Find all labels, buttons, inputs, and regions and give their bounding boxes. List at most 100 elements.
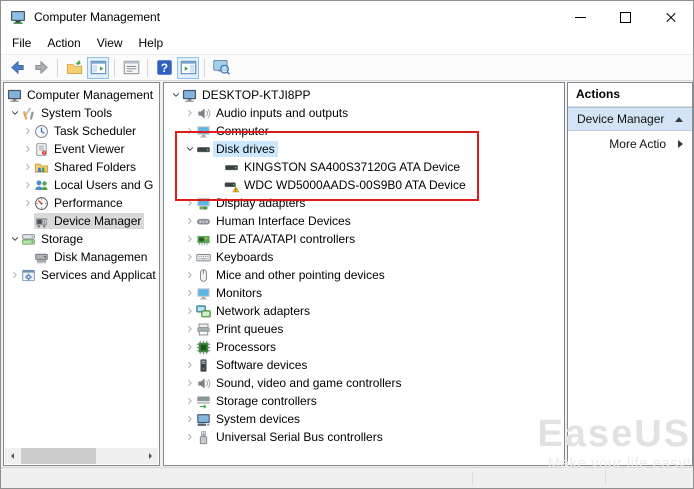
- processor-icon: [196, 340, 213, 355]
- tree-item-content: Local Users and G: [34, 177, 156, 193]
- chevron-right-icon[interactable]: [21, 144, 34, 154]
- chevron-right-icon[interactable]: [183, 396, 196, 406]
- tree-item-system-tools[interactable]: System Tools: [4, 104, 159, 122]
- help-button[interactable]: ?: [153, 57, 175, 79]
- chevron-right-icon[interactable]: [183, 432, 196, 442]
- tree-item-print-queues[interactable]: Print queues: [164, 320, 564, 338]
- tree-item-task-scheduler[interactable]: Task Scheduler: [4, 122, 159, 140]
- tree-item-human-interface-devices[interactable]: Human Interface Devices: [164, 212, 564, 230]
- services-icon: [21, 268, 38, 283]
- chevron-right-icon[interactable]: [183, 216, 196, 226]
- chevron-right-icon[interactable]: [183, 414, 196, 424]
- tree-item-ide-ata-atapi-controllers[interactable]: IDE ATA/ATAPI controllers: [164, 230, 564, 248]
- tree-item-computer-management[interactable]: Computer Management: [4, 86, 159, 104]
- tree-item-mice-and-other-pointing-devices[interactable]: Mice and other pointing devices: [164, 266, 564, 284]
- collapse-section-icon[interactable]: [675, 117, 683, 122]
- chevron-down-icon[interactable]: [169, 90, 182, 100]
- scrollbar-thumb[interactable]: [21, 448, 96, 464]
- svg-text:?: ?: [160, 62, 167, 75]
- forward-button[interactable]: [30, 57, 52, 79]
- menu-help[interactable]: Help: [131, 33, 172, 54]
- tree-item-shared-folders[interactable]: Shared Folders: [4, 158, 159, 176]
- close-icon: [665, 11, 677, 23]
- tree-item-device-manager[interactable]: Device Manager: [4, 212, 159, 230]
- tree-item-system-devices[interactable]: System devices: [164, 410, 564, 428]
- close-button[interactable]: [648, 1, 693, 33]
- chevron-right-icon[interactable]: [183, 360, 196, 370]
- tree-item-local-users-and-g[interactable]: Local Users and G: [4, 176, 159, 194]
- tools-icon: [21, 106, 38, 121]
- scroll-right-arrow[interactable]: [142, 448, 158, 464]
- tree-item-content: Task Scheduler: [34, 123, 139, 139]
- export-list-button[interactable]: [63, 57, 85, 79]
- toolbar-separator: [147, 59, 148, 77]
- tree-item-content: Performance: [34, 195, 126, 211]
- menu-file[interactable]: File: [4, 33, 39, 54]
- chevron-down-icon[interactable]: [183, 144, 196, 154]
- tree-item-wdc-wd5000aads-00s9b0-ata-device[interactable]: WDC WD5000AADS-00S9B0 ATA Device: [164, 176, 564, 194]
- status-separator: [605, 471, 606, 485]
- chevron-right-icon[interactable]: [183, 234, 196, 244]
- chevron-right-icon[interactable]: [183, 342, 196, 352]
- chevron-right-icon[interactable]: [183, 126, 196, 136]
- chevron-right-icon[interactable]: [21, 198, 34, 208]
- chevron-right-icon[interactable]: [183, 198, 196, 208]
- tree-item-universal-serial-bus-controllers[interactable]: Universal Serial Bus controllers: [164, 428, 564, 446]
- chevron-right-icon[interactable]: [21, 126, 34, 136]
- tree-item-storage[interactable]: Storage: [4, 230, 159, 248]
- tree-item-computer[interactable]: Computer: [164, 122, 564, 140]
- chevron-right-icon[interactable]: [8, 270, 21, 280]
- show-window-button[interactable]: [210, 57, 232, 79]
- tree-item-display-adapters[interactable]: Display adapters: [164, 194, 564, 212]
- horizontal-scrollbar[interactable]: [5, 448, 158, 464]
- tree-item-software-devices[interactable]: Software devices: [164, 356, 564, 374]
- tree-item-content: Human Interface Devices: [196, 213, 354, 229]
- menu-action[interactable]: Action: [39, 33, 88, 54]
- minimize-button[interactable]: [558, 1, 603, 33]
- tree-item-sound-video-and-game-controllers[interactable]: Sound, video and game controllers: [164, 374, 564, 392]
- tree-item-label: Network adapters: [213, 303, 313, 319]
- actions-panel: Actions Device Manager More Actio: [567, 82, 693, 466]
- tree-item-label: Task Scheduler: [51, 123, 139, 139]
- tree-item-label: Keyboards: [213, 249, 276, 265]
- chevron-right-icon[interactable]: [21, 180, 34, 190]
- chevron-right-icon[interactable]: [183, 288, 196, 298]
- actions-more-actions[interactable]: More Actio: [568, 131, 692, 156]
- tree-item-content: Universal Serial Bus controllers: [196, 429, 386, 445]
- properties-icon: [123, 59, 140, 76]
- chevron-right-icon[interactable]: [183, 324, 196, 334]
- properties-button[interactable]: [120, 57, 142, 79]
- chevron-right-icon[interactable]: [21, 162, 34, 172]
- chevron-right-icon[interactable]: [183, 270, 196, 280]
- action-pane-button[interactable]: [177, 57, 199, 79]
- tree-item-network-adapters[interactable]: Network adapters: [164, 302, 564, 320]
- tree-item-keyboards[interactable]: Keyboards: [164, 248, 564, 266]
- chevron-down-icon[interactable]: [8, 108, 21, 118]
- expand-submenu-icon[interactable]: [678, 140, 683, 148]
- chevron-right-icon[interactable]: [183, 306, 196, 316]
- back-button[interactable]: [6, 57, 28, 79]
- computer-icon: [7, 88, 24, 103]
- scroll-left-arrow[interactable]: [5, 448, 21, 464]
- tree-item-desktop-ktji8pp[interactable]: DESKTOP-KTJI8PP: [164, 86, 564, 104]
- scrollbar-track[interactable]: [21, 448, 142, 464]
- tree-item-disk-managemen[interactable]: Disk Managemen: [4, 248, 159, 266]
- tree-item-event-viewer[interactable]: Event Viewer: [4, 140, 159, 158]
- chevron-right-icon[interactable]: [183, 378, 196, 388]
- tree-item-audio-inputs-and-outputs[interactable]: Audio inputs and outputs: [164, 104, 564, 122]
- tree-item-storage-controllers[interactable]: Storage controllers: [164, 392, 564, 410]
- tree-item-monitors[interactable]: Monitors: [164, 284, 564, 302]
- tree-item-performance[interactable]: Performance: [4, 194, 159, 212]
- tree-item-content: System devices: [196, 411, 303, 427]
- chevron-right-icon[interactable]: [183, 252, 196, 262]
- chevron-down-icon[interactable]: [8, 234, 21, 244]
- tree-item-services-and-applicat[interactable]: Services and Applicat: [4, 266, 159, 284]
- console-tree-button[interactable]: [87, 57, 109, 79]
- maximize-button[interactable]: [603, 1, 648, 33]
- tree-item-processors[interactable]: Processors: [164, 338, 564, 356]
- menu-view[interactable]: View: [89, 33, 131, 54]
- tree-item-kingston-sa400s37120g-ata-device[interactable]: KINGSTON SA400S37120G ATA Device: [164, 158, 564, 176]
- actions-device-manager-section[interactable]: Device Manager: [568, 107, 692, 131]
- tree-item-disk-drives[interactable]: Disk drives: [164, 140, 564, 158]
- chevron-right-icon[interactable]: [183, 108, 196, 118]
